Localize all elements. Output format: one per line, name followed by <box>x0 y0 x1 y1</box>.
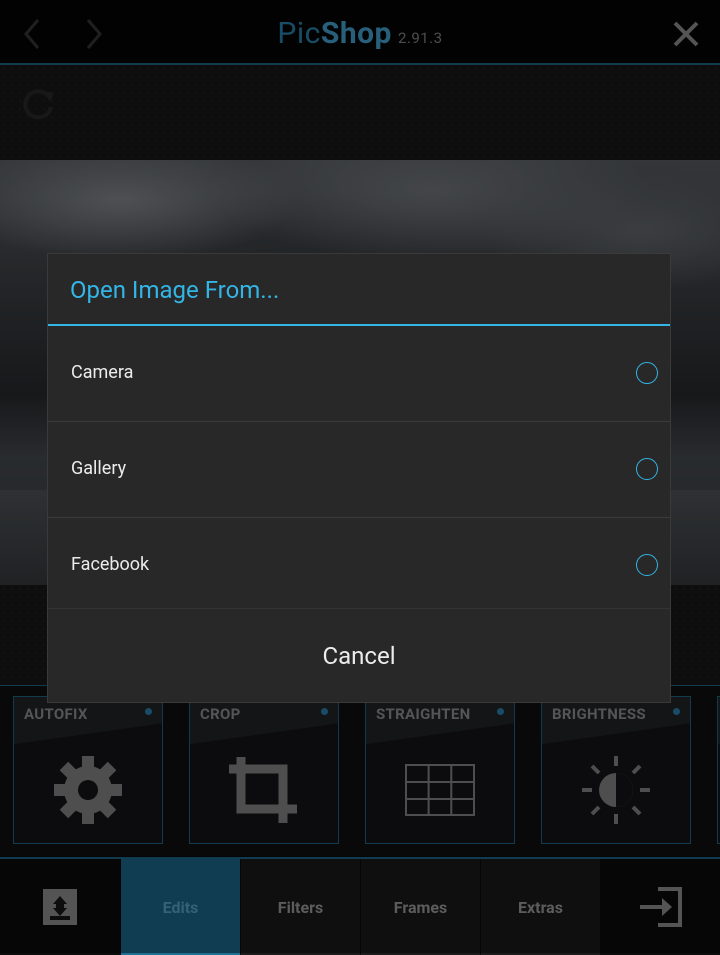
dialog-title: Open Image From... <box>70 276 280 304</box>
radio-icon[interactable] <box>636 362 658 384</box>
option-gallery[interactable]: Gallery <box>48 422 670 518</box>
radio-icon[interactable] <box>636 554 658 576</box>
open-image-dialog: Open Image From... Camera Gallery Facebo… <box>47 253 671 703</box>
option-label: Facebook <box>71 554 150 575</box>
radio-icon[interactable] <box>636 458 658 480</box>
option-label: Gallery <box>71 458 127 479</box>
cancel-button[interactable]: Cancel <box>48 608 670 703</box>
option-camera[interactable]: Camera <box>48 326 670 422</box>
option-facebook[interactable]: Facebook <box>48 518 670 608</box>
option-label: Camera <box>71 362 134 383</box>
